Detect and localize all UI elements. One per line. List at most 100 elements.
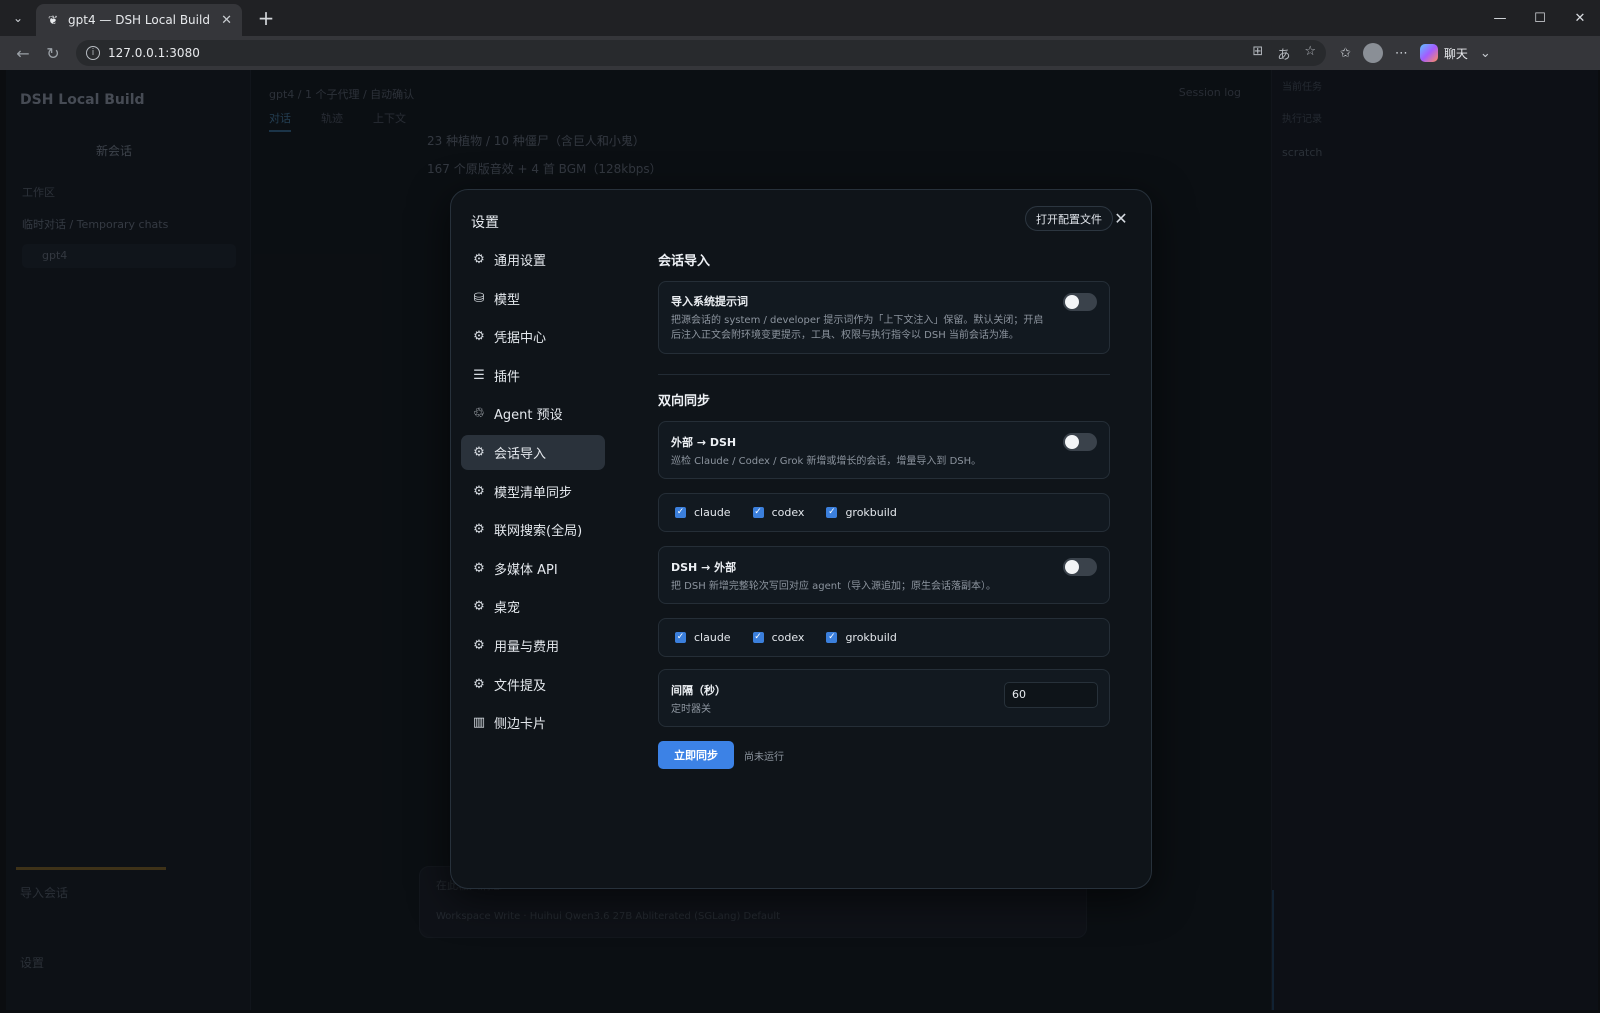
window-close-icon[interactable]: ✕ xyxy=(1560,0,1600,36)
address-toolbar: ← ↻ i 127.0.0.1:3080 ⊞ あ ☆ ✩ ⋯ 聊天 ⌄ xyxy=(0,36,1600,70)
maximize-icon[interactable]: ☐ xyxy=(1520,0,1560,36)
address-field[interactable]: i 127.0.0.1:3080 ⊞ あ ☆ xyxy=(76,40,1326,66)
modal-title: 设置 xyxy=(471,215,499,231)
settings-content: 会话导入 导入系统提示词 把源会话的 system / developer 提示… xyxy=(658,250,1110,769)
panels-icon: ▥ xyxy=(472,715,486,731)
checkbox-check-icon[interactable]: ✓ xyxy=(675,507,686,518)
reload-icon[interactable]: ↻ xyxy=(38,39,68,67)
gear-icon: ⚙ xyxy=(473,599,485,615)
settings-nav-label: 联网搜索(全局) xyxy=(494,524,583,540)
close-icon[interactable]: ✕ xyxy=(1111,208,1131,228)
settings-modal: 设置 打开配置文件 ✕ ⚙ 通用设置 ⛁ 模型 ⚙ 凭据中心 ☰ 插件 ♲ Agent 预设 ⚙ 会话… xyxy=(450,189,1152,889)
source-checkbox-grokbuild[interactable]: ✓ grokbuild xyxy=(826,506,897,519)
translate-icon[interactable]: あ xyxy=(1277,44,1290,63)
back-icon[interactable]: ← xyxy=(8,39,38,67)
apps-icon[interactable]: ⊞ xyxy=(1252,44,1263,63)
dsh-to-external-toggle[interactable] xyxy=(1063,558,1097,576)
close-tab-icon[interactable]: ✕ xyxy=(221,13,232,28)
settings-nav-item[interactable]: ⚙ 凭据中心 xyxy=(461,319,605,354)
sync-actions: 立即同步 尚未运行 xyxy=(658,741,1110,769)
external-sources-card: ✓ claude ✓ codex ✓ grokbuild xyxy=(658,493,1110,532)
new-tab-button[interactable]: + xyxy=(250,2,282,34)
settings-nav-item[interactable]: ⚙ 联网搜索(全局) xyxy=(461,512,605,547)
dsh-to-external-card: DSH → 外部 把 DSH 新增完整轮次写回对应 agent（导入源追加；原生… xyxy=(658,546,1110,604)
dsh-to-external-title: DSH → 外部 xyxy=(671,561,737,574)
browser-tab[interactable]: ❦ gpt4 — DSH Local Build ✕ xyxy=(36,4,242,36)
checkbox-check-icon[interactable]: ✓ xyxy=(675,632,686,643)
interval-desc: 定时器关 xyxy=(671,704,711,715)
checkbox-check-icon[interactable]: ✓ xyxy=(826,632,838,643)
settings-nav-item[interactable]: ⚙ 会话导入 xyxy=(461,434,605,470)
sync-now-button[interactable]: 立即同步 xyxy=(658,741,734,769)
external-to-dsh-title: 外部 → DSH xyxy=(671,436,737,449)
settings-nav-item[interactable]: ♲ Agent 预设 xyxy=(461,396,605,431)
settings-nav-item[interactable]: ⚙ 模型清单同步 xyxy=(461,474,605,509)
gear-icon: ⚙ xyxy=(473,522,485,538)
source-checkbox-claude[interactable]: ✓ claude xyxy=(675,506,731,519)
recycle-icon: ♲ xyxy=(473,406,485,422)
tab-title: gpt4 — DSH Local Build xyxy=(68,13,210,27)
toggle-knob xyxy=(1065,295,1079,309)
import-system-prompt-toggle[interactable] xyxy=(1063,293,1097,311)
toggle-knob xyxy=(1065,560,1079,574)
source-checkbox-codex[interactable]: ✓ codex xyxy=(752,506,804,519)
settings-nav-label: 模型 xyxy=(494,292,521,308)
sync-status-text: 尚未运行 xyxy=(744,751,784,763)
gear-icon: ⚙ xyxy=(473,252,485,267)
copilot-button[interactable]: 聊天 xyxy=(1419,44,1468,62)
copilot-icon xyxy=(1419,44,1438,62)
more-icon[interactable]: ⋯ xyxy=(1395,46,1408,61)
window-controls: — ☐ ✕ xyxy=(1480,0,1600,36)
target-checkbox-claude[interactable]: ✓ claude xyxy=(675,631,731,644)
import-system-prompt-card: 导入系统提示词 把源会话的 system / developer 提示词作为「上… xyxy=(658,281,1110,354)
settings-nav-item[interactable]: ⚙ 用量与费用 xyxy=(461,628,605,663)
favorites-icon[interactable]: ✩ xyxy=(1340,46,1351,61)
database-icon: ⛁ xyxy=(473,290,485,306)
url-text[interactable]: 127.0.0.1:3080 xyxy=(108,46,200,60)
settings-nav-item[interactable]: ⛁ 模型 xyxy=(461,281,605,316)
interval-card: 间隔（秒） 定时器关 60 xyxy=(658,669,1110,727)
profile-avatar[interactable] xyxy=(1362,43,1383,63)
minimize-icon[interactable]: — xyxy=(1480,0,1520,36)
settings-nav-item[interactable]: ⚙ 多媒体 API xyxy=(461,551,605,586)
settings-nav-item[interactable]: ⚙ 通用设置 xyxy=(461,242,605,277)
checkbox-check-icon[interactable]: ✓ xyxy=(752,632,764,643)
interval-input[interactable]: 60 xyxy=(1004,682,1098,708)
gear-icon: ⚙ xyxy=(473,676,485,692)
settings-nav-label: 侧边卡片 xyxy=(494,717,547,733)
star-icon[interactable]: ☆ xyxy=(1304,44,1316,63)
settings-nav-label: 会话导入 xyxy=(494,446,547,462)
import-system-prompt-desc: 把源会话的 system / developer 提示词作为「上下文注入」保留。… xyxy=(671,315,1044,341)
copilot-label: 聊天 xyxy=(1443,46,1468,61)
target-checkbox-grokbuild[interactable]: ✓ grokbuild xyxy=(826,631,897,644)
settings-nav-item[interactable]: ⚙ 文件提及 xyxy=(461,667,605,702)
gear-icon: ⚙ xyxy=(473,444,485,460)
checkbox-check-icon[interactable]: ✓ xyxy=(826,507,838,518)
browser-titlebar: ⌄ ❦ gpt4 — DSH Local Build ✕ + — ☐ ✕ xyxy=(0,0,1600,36)
settings-nav-label: 文件提及 xyxy=(494,678,547,694)
sidebar-chevron-icon[interactable]: ⌄ xyxy=(1480,46,1491,61)
tab-search-chevron-icon[interactable]: ⌄ xyxy=(0,0,36,36)
settings-nav-label: 桌宠 xyxy=(494,601,521,617)
gear-icon: ⚙ xyxy=(473,637,485,653)
settings-nav-item[interactable]: ⚙ 桌宠 xyxy=(461,589,605,624)
external-targets-card: ✓ claude ✓ codex ✓ grokbuild xyxy=(658,618,1110,657)
section-title-sync: 双向同步 xyxy=(658,394,711,409)
settings-nav-label: 多媒体 API xyxy=(494,562,558,578)
checkbox-check-icon[interactable]: ✓ xyxy=(752,507,764,518)
open-config-file-button[interactable]: 打开配置文件 xyxy=(1025,206,1113,231)
target-checkbox-codex[interactable]: ✓ codex xyxy=(752,631,804,644)
external-to-dsh-toggle[interactable] xyxy=(1063,433,1097,451)
gear-icon: ⚙ xyxy=(473,329,485,345)
site-info-icon[interactable]: i xyxy=(86,46,100,60)
section-divider xyxy=(658,374,1110,375)
settings-nav-label: 凭据中心 xyxy=(494,331,547,347)
dsh-to-external-desc: 把 DSH 新增完整轮次写回对应 agent（导入源追加；原生会话落副本）。 xyxy=(671,581,996,592)
settings-nav-label: 通用设置 xyxy=(494,254,547,269)
sliders-icon: ☰ xyxy=(473,367,485,383)
import-system-prompt-title: 导入系统提示词 xyxy=(671,295,748,308)
settings-nav-item[interactable]: ▥ 侧边卡片 xyxy=(461,705,605,740)
settings-nav-item[interactable]: ☰ 插件 xyxy=(461,358,605,393)
interval-title: 间隔（秒） xyxy=(671,684,726,697)
settings-nav-label: 用量与费用 xyxy=(494,639,560,655)
